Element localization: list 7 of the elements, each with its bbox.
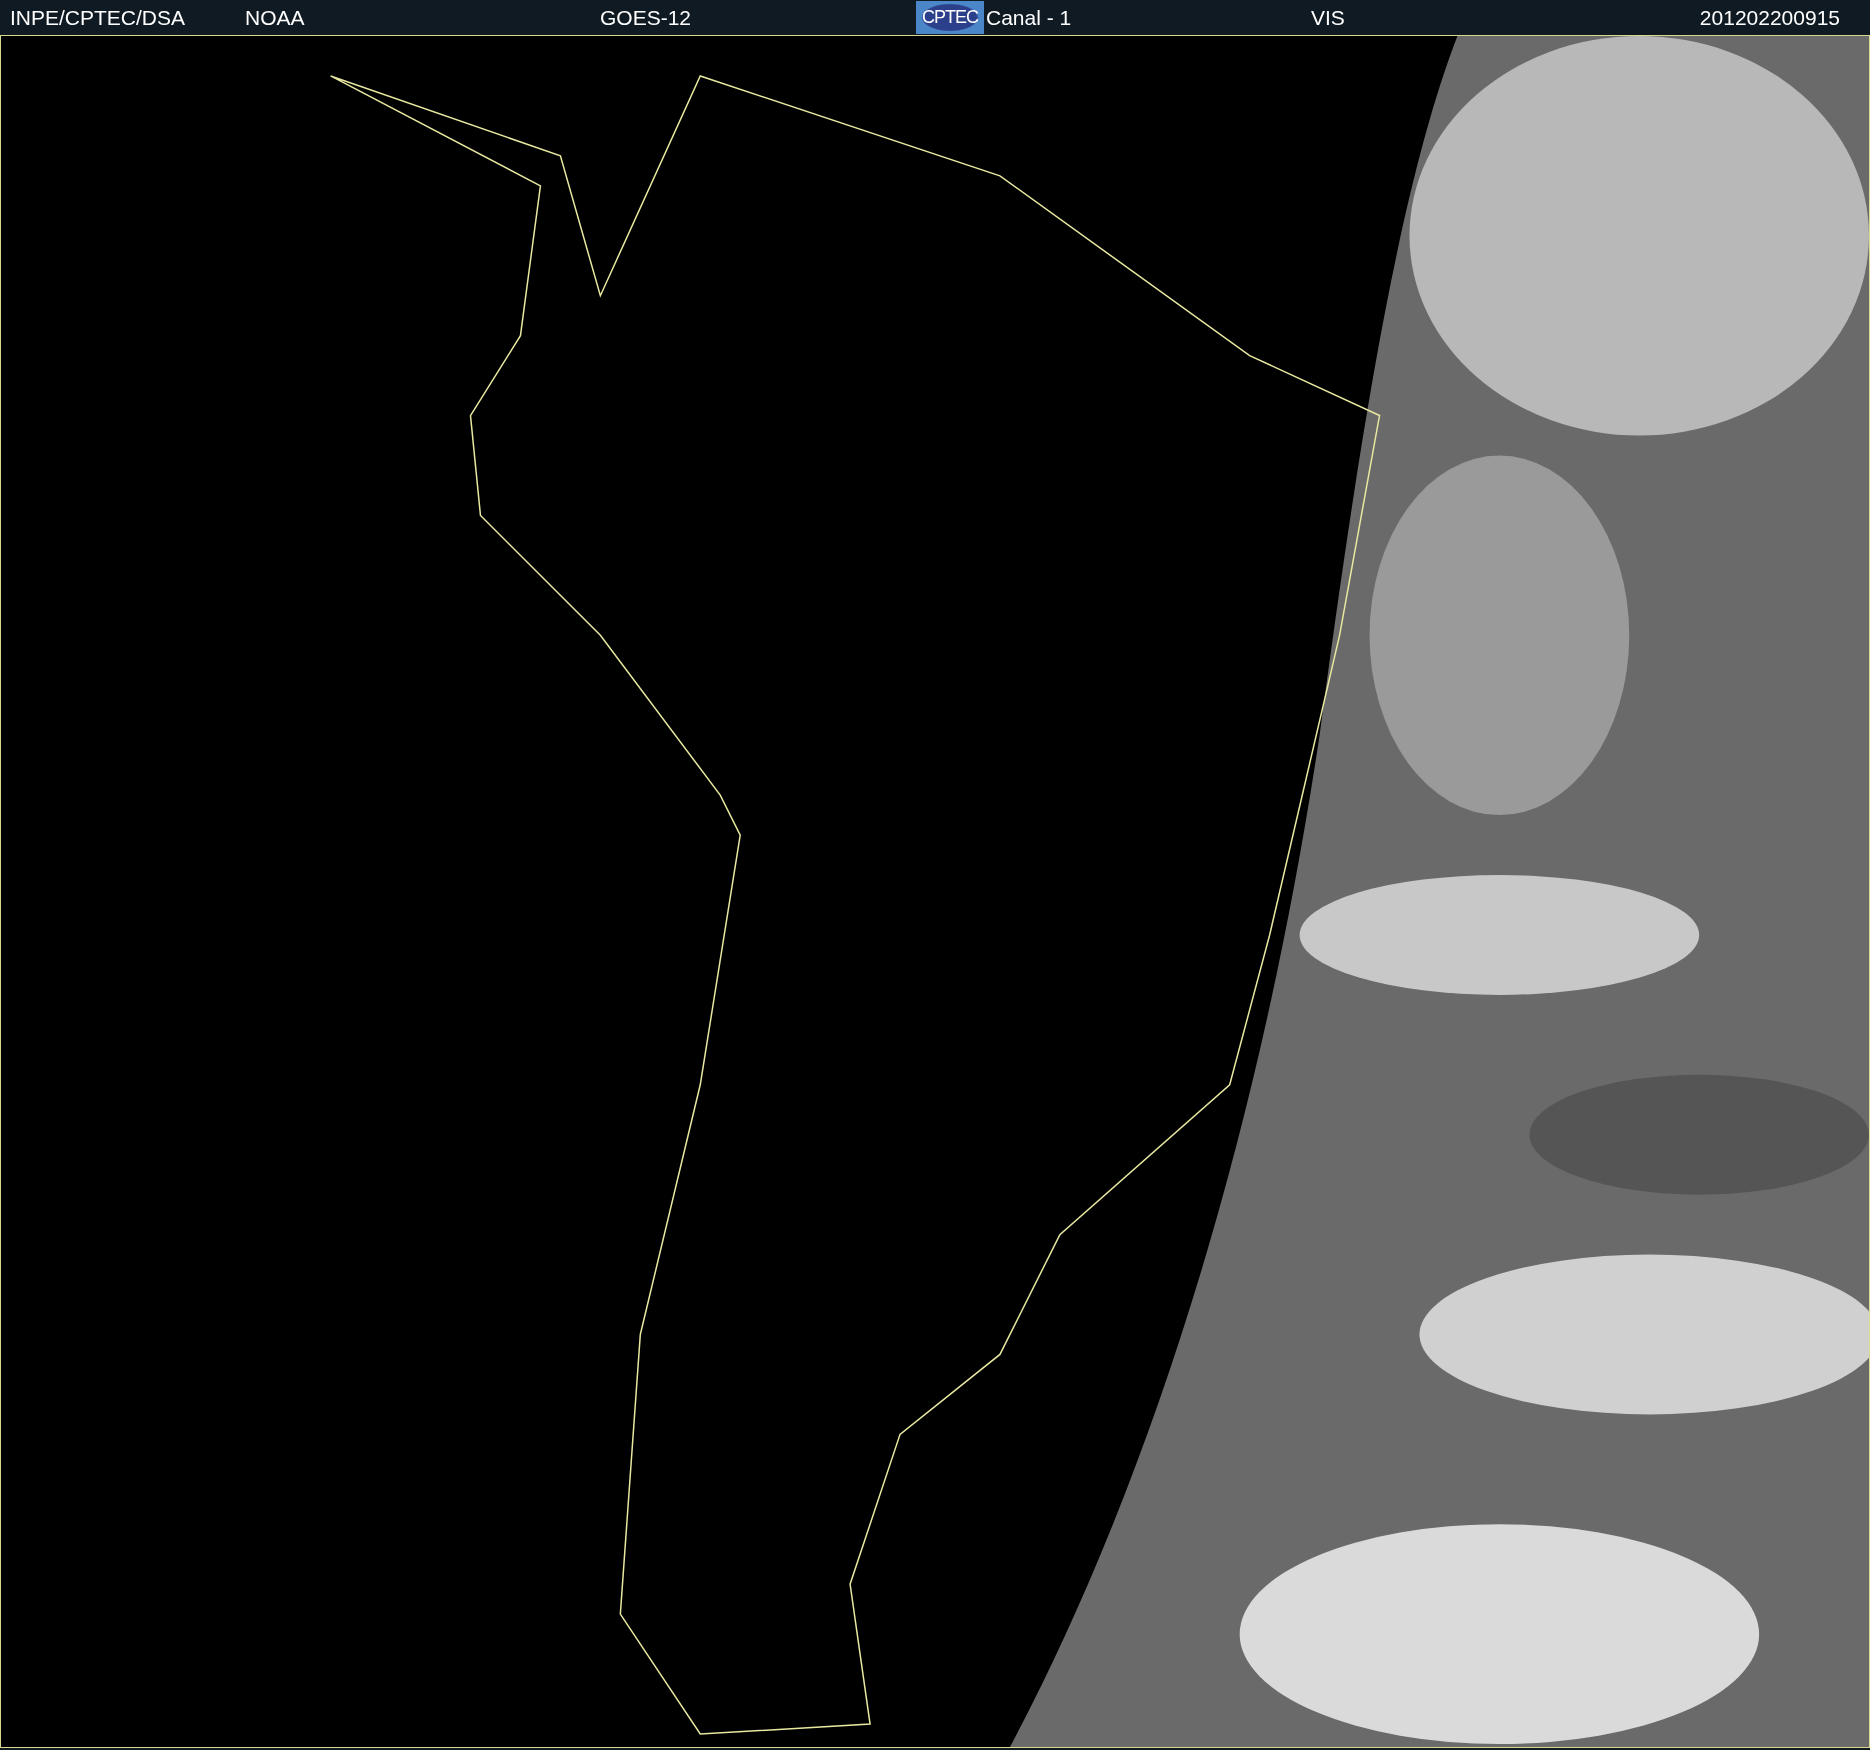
channel-label: Canal - 1 (986, 5, 1072, 30)
timestamp-label: 201202200915 (1699, 5, 1840, 30)
agency-label: NOAA (245, 5, 305, 30)
source-label: INPE/CPTEC/DSA (10, 5, 186, 30)
satellite-label: GOES-12 (600, 5, 692, 30)
band-label: VIS (1311, 5, 1345, 30)
logo-badge: CPTEC (916, 1, 984, 34)
